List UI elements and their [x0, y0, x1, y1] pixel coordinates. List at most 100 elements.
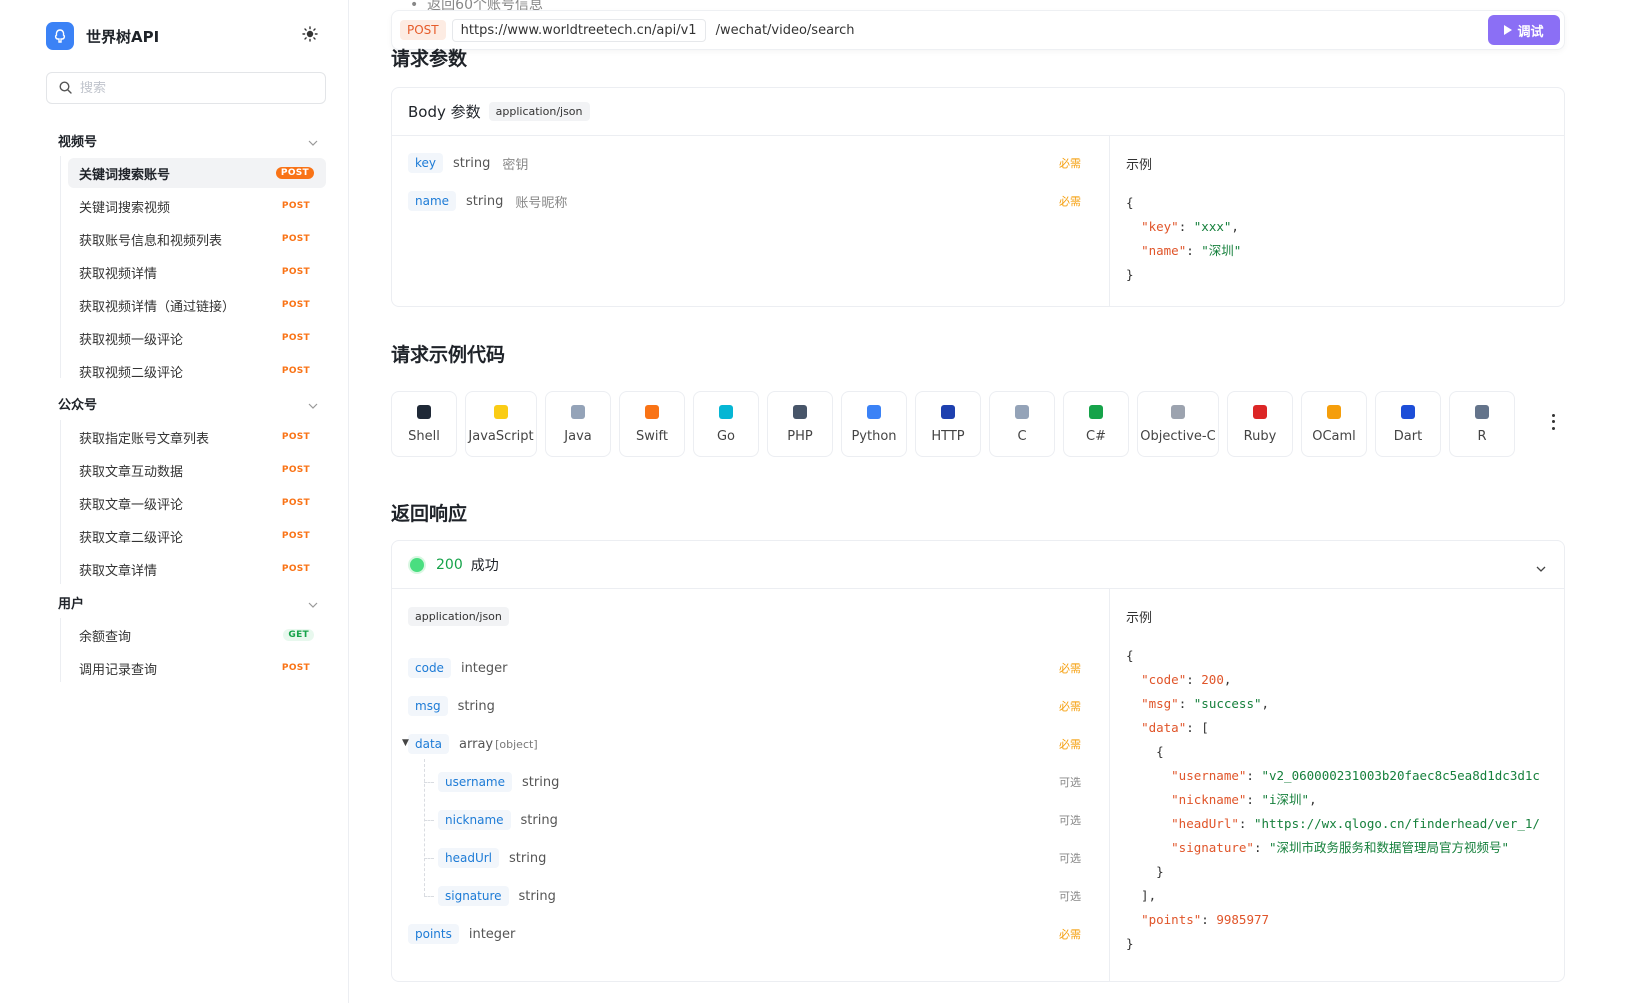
lang-tab-ruby[interactable]: Ruby — [1227, 391, 1293, 457]
sidebar-item-article-detail[interactable]: 获取文章详情 POST — [68, 554, 326, 584]
response-field-row: nickname string 可选 — [438, 807, 1081, 833]
sidebar-item-label: 获取文章一级评论 — [79, 497, 184, 513]
language-tabs: Shell JavaScript Java Swift Go PHP Python HTTP C… — [391, 391, 1541, 457]
nav-group-video-account[interactable]: 视频号 — [58, 129, 318, 151]
lang-tab-label: Dart — [1393, 428, 1423, 444]
field-name: nickname — [438, 810, 511, 830]
chevron-down-icon[interactable] — [1536, 557, 1546, 576]
status-code: 200 — [436, 556, 463, 573]
field-type: string — [457, 698, 495, 714]
param-desc: 账号昵称 — [515, 195, 568, 211]
search-box — [46, 72, 326, 104]
sidebar-item-label: 调用记录查询 — [79, 662, 158, 678]
ruby-icon — [1253, 404, 1267, 419]
lang-tab-label: PHP — [787, 428, 813, 444]
field-required: 可选 — [1059, 852, 1081, 865]
field-name: signature — [438, 886, 509, 906]
lang-tab-label: Java — [564, 428, 592, 444]
response-content-type: application/json — [408, 607, 509, 626]
response-field-row: code integer 必需 — [408, 655, 1081, 681]
http-icon — [941, 404, 955, 419]
sidebar-item-search-account[interactable]: 关键词搜索账号 POST — [68, 158, 326, 188]
sidebar-item-label: 关键词搜索视频 — [79, 200, 171, 216]
sidebar-item-label: 获取视频详情（通过链接） — [79, 299, 236, 315]
sidebar-item-video-detail[interactable]: 获取视频详情 POST — [68, 257, 326, 287]
field-required: 可选 — [1059, 776, 1081, 789]
lang-tab-http[interactable]: HTTP — [915, 391, 981, 457]
brand[interactable]: 世界树API — [46, 22, 159, 50]
nav-rail — [60, 618, 61, 682]
field-subtype: [object] — [495, 737, 538, 751]
sidebar-item-article-interaction[interactable]: 获取文章互动数据 POST — [68, 455, 326, 485]
lang-tab-r[interactable]: R — [1449, 391, 1515, 457]
lang-tab-c-[interactable]: C# — [1063, 391, 1129, 457]
param-name: key — [408, 153, 444, 173]
response-card: 200 成功 application/json code integer 必需 msg… — [391, 540, 1565, 982]
sidebar-item-article-list[interactable]: 获取指定账号文章列表 POST — [68, 422, 326, 452]
nav-group-user[interactable]: 用户 — [58, 591, 318, 613]
section-title-response: 返回响应 — [391, 503, 468, 525]
caret-down-icon[interactable]: ▼ — [402, 738, 409, 748]
section-title-params: 请求参数 — [391, 48, 468, 70]
lang-tab-java[interactable]: Java — [545, 391, 611, 457]
method-badge: POST — [281, 564, 310, 574]
sidebar-item-account-info[interactable]: 获取账号信息和视频列表 POST — [68, 224, 326, 254]
field-required: 可选 — [1059, 814, 1081, 827]
response-status-header[interactable]: 200 成功 — [392, 541, 1564, 589]
method-badge: POST — [281, 234, 310, 244]
method-badge: POST — [281, 432, 310, 442]
more-languages-button[interactable] — [1547, 412, 1559, 432]
nav-group-label: 公众号 — [58, 397, 98, 413]
chevron-down-icon — [308, 131, 318, 150]
lang-tab-python[interactable]: Python — [841, 391, 907, 457]
lang-tab-ocaml[interactable]: OCaml — [1301, 391, 1367, 457]
sidebar-item-call-records[interactable]: 调用记录查询 POST — [68, 653, 326, 683]
lang-tab-php[interactable]: PHP — [767, 391, 833, 457]
sidebar-item-balance[interactable]: 余额查询 GET — [68, 620, 326, 650]
response-field-row: msg string 必需 — [408, 693, 1081, 719]
nav-group-official-account[interactable]: 公众号 — [58, 392, 318, 414]
sidebar-item-video-comments-l1[interactable]: 获取视频一级评论 POST — [68, 323, 326, 353]
debug-button[interactable]: 调试 — [1488, 15, 1560, 45]
lang-tab-dart[interactable]: Dart — [1375, 391, 1441, 457]
lang-tab-go[interactable]: Go — [693, 391, 759, 457]
method-badge: POST — [281, 201, 310, 211]
sidebar-item-label: 获取文章互动数据 — [79, 464, 184, 480]
response-field-row: username string 可选 — [438, 769, 1081, 795]
nav-rail — [60, 156, 61, 378]
lang-tab-label: Go — [716, 428, 736, 444]
tree-branch — [424, 782, 434, 783]
tree-logo-icon — [46, 22, 74, 50]
field-required: 必需 — [1059, 738, 1081, 751]
method-badge: POST — [281, 531, 310, 541]
lang-tab-objective-c[interactable]: Objective-C — [1137, 391, 1219, 457]
lang-tab-javascript[interactable]: JavaScript — [465, 391, 537, 457]
theme-toggle-button[interactable] — [300, 26, 320, 46]
field-type: string — [518, 888, 556, 904]
response-field-row[interactable]: data array [object] 必需 — [408, 731, 1081, 757]
sidebar-item-label: 获取视频一级评论 — [79, 332, 184, 348]
field-required: 必需 — [1059, 662, 1081, 675]
objective-c-icon — [1171, 404, 1185, 419]
sidebar-item-article-comments-l2[interactable]: 获取文章二级评论 POST — [68, 521, 326, 551]
example-title: 示例 — [1126, 158, 1153, 173]
sidebar-item-label: 关键词搜索账号 — [79, 167, 171, 183]
sidebar-item-video-comments-l2[interactable]: 获取视频二级评论 POST — [68, 356, 326, 386]
r-icon — [1475, 404, 1489, 419]
chevron-down-icon — [308, 593, 318, 612]
lang-tab-shell[interactable]: Shell — [391, 391, 457, 457]
sidebar-item-search-video[interactable]: 关键词搜索视频 POST — [68, 191, 326, 221]
lang-tab-swift[interactable]: Swift — [619, 391, 685, 457]
java-icon — [571, 404, 585, 419]
field-name: headUrl — [438, 848, 500, 868]
sidebar-item-label: 获取文章二级评论 — [79, 530, 184, 546]
lang-tab-label: C — [1017, 428, 1027, 444]
lang-tab-c[interactable]: C — [989, 391, 1055, 457]
base-url[interactable]: https://www.worldtreetech.cn/api/v1 — [451, 18, 706, 42]
response-example: 示例 { "code": 200, "msg": "success", "dat… — [1110, 589, 1564, 981]
sidebar-item-article-comments-l1[interactable]: 获取文章一级评论 POST — [68, 488, 326, 518]
search-input[interactable] — [80, 80, 300, 96]
app-root: 世界树API 视频号 关键词搜索账号 POST 关键词搜索视频 POST — [0, 0, 1652, 1003]
lang-tab-label: Shell — [408, 428, 440, 444]
sidebar-item-video-detail-by-link[interactable]: 获取视频详情（通过链接） POST — [68, 290, 326, 320]
